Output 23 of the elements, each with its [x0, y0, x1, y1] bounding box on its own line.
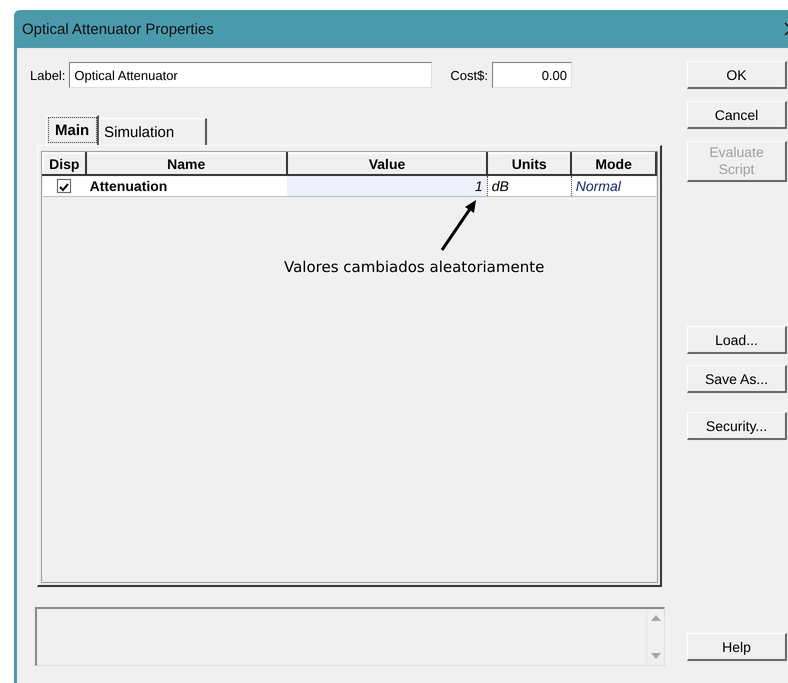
- annotation-text: Valores cambiados aleatoriamente: [284, 258, 544, 276]
- dialog-button[interactable]: OK: [687, 61, 787, 89]
- field-label: Label:: [30, 68, 66, 82]
- table-cell: Attenuation: [86, 175, 287, 196]
- dialog-button[interactable]: Help: [687, 633, 787, 661]
- dialog-button[interactable]: Security...: [687, 412, 787, 440]
- dialog-button[interactable]: Load...: [687, 326, 787, 354]
- field-label: Cost$:: [450, 68, 488, 82]
- label-field[interactable]: Optical Attenuator: [69, 62, 432, 88]
- dialog-button[interactable]: Save As...: [687, 365, 787, 393]
- table-cell: dB: [487, 175, 572, 196]
- dialog-button[interactable]: Cancel: [687, 101, 787, 129]
- column-header: Value: [286, 153, 488, 175]
- column-header: Disp: [43, 153, 86, 175]
- column-header: Mode: [571, 153, 656, 175]
- window-title: Optical Attenuator Properties: [22, 20, 215, 38]
- cost-field[interactable]: 0.00: [492, 62, 572, 88]
- column-header: Units: [487, 153, 572, 175]
- tab[interactable]: Main: [46, 115, 100, 145]
- tab[interactable]: Simulation: [99, 118, 208, 145]
- table-cell: Normal: [571, 175, 656, 196]
- column-header: Name: [86, 153, 287, 175]
- table-cell[interactable]: 1: [286, 175, 488, 196]
